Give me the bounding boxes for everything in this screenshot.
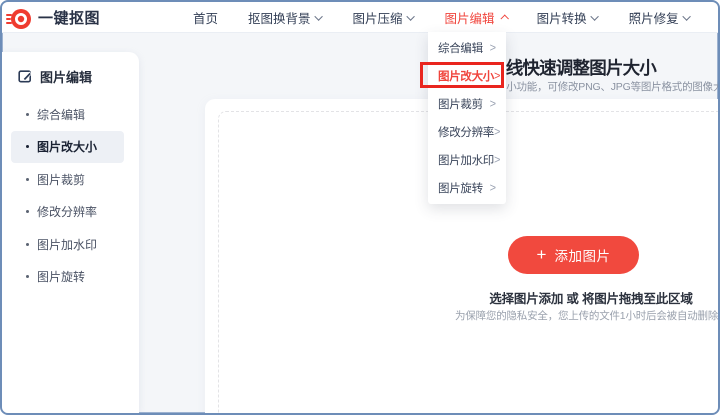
dropdown-item-label: 图片加水印: [438, 152, 494, 168]
brand-logo[interactable]: 一键抠图: [6, 2, 100, 33]
add-image-button[interactable]: + 添加图片: [508, 236, 639, 274]
bullet-icon: [26, 145, 29, 148]
bullet-icon: [26, 113, 29, 116]
nav-item-label: 照片修复: [629, 8, 679, 27]
nav-item-label: 图片压缩: [353, 8, 403, 27]
nav-dropdown-menu: 综合编辑 > 图片改大小 > 图片裁剪 > 修改分辨率 > 图片加水印 >: [428, 32, 506, 204]
logo-donut-icon: [6, 6, 32, 30]
chevron-right-icon: >: [490, 181, 496, 194]
dropdown-item-label: 修改分辨率: [438, 124, 494, 140]
bullet-icon: [26, 210, 29, 213]
dropdown-item[interactable]: 图片改大小 >: [428, 62, 506, 90]
sidebar-item[interactable]: 图片裁剪: [11, 163, 124, 196]
dropdown-item[interactable]: 综合编辑 >: [428, 34, 506, 62]
nav-item[interactable]: 首页: [193, 8, 218, 27]
brand-name: 一键抠图: [38, 7, 100, 28]
sidebar-item-label: 图片改大小: [37, 138, 97, 155]
page-title: 在线快速调整图片大小: [489, 55, 656, 80]
sidebar-item[interactable]: 图片改大小: [11, 131, 124, 164]
dropdown-item-label: 图片改大小: [438, 68, 494, 84]
dropdown-item-label: 图片裁剪: [438, 96, 483, 112]
bullet-icon: [26, 243, 29, 246]
sidebar-item[interactable]: 修改分辨率: [11, 196, 124, 229]
dropdown-item[interactable]: 图片裁剪 >: [428, 90, 506, 118]
bullet-icon: [26, 178, 29, 181]
nav-item[interactable]: 图片编辑: [445, 8, 507, 27]
upload-hint-text: 选择图片添加 或 将图片拖拽至此区域: [477, 288, 705, 307]
chevron-icon: [500, 14, 508, 22]
nav-item-label: 抠图换背景: [248, 8, 311, 27]
sidebar-item-label: 图片旋转: [37, 268, 85, 285]
chevron-icon: [406, 12, 414, 20]
sidebar-item[interactable]: 图片旋转: [11, 261, 124, 294]
chevron-right-icon: >: [494, 69, 500, 82]
chevron-right-icon: >: [490, 97, 496, 110]
app-window: 一键抠图 首页 抠图换背景 图片压缩 图片: [0, 0, 720, 415]
nav-item[interactable]: 图片转换: [537, 8, 599, 27]
sidebar-menu: 综合编辑 图片改大小 图片裁剪 修改分辨率: [2, 98, 139, 293]
nav-menu: 首页 抠图换背景 图片压缩 图片编辑: [193, 2, 691, 33]
upload-privacy-note: 为保障您的隐私安全，您上传的文件1小时后会被自动删除: [455, 308, 717, 323]
dropdown-item[interactable]: 图片加水印 >: [428, 146, 506, 174]
sidebar-item-label: 修改分辨率: [37, 203, 97, 220]
top-navbar: 一键抠图 首页 抠图换背景 图片压缩 图片: [2, 2, 718, 33]
dropdown-item[interactable]: 修改分辨率 >: [428, 118, 506, 146]
chevron-icon: [682, 12, 690, 20]
nav-item[interactable]: 照片修复: [629, 8, 691, 27]
nav-item[interactable]: 抠图换背景: [248, 8, 323, 27]
sidebar-header: 图片编辑: [2, 52, 139, 86]
sidebar-item-label: 图片裁剪: [37, 171, 85, 188]
chevron-right-icon: >: [494, 125, 500, 138]
sidebar-title: 图片编辑: [40, 67, 92, 86]
add-image-button-label: 添加图片: [554, 245, 610, 265]
sidebar-item-label: 综合编辑: [37, 106, 85, 123]
nav-item-label: 首页: [193, 8, 218, 27]
nav-item-label: 图片编辑: [445, 8, 495, 27]
dropdown-item-label: 图片旋转: [438, 180, 483, 196]
sidebar: 图片编辑 综合编辑 图片改大小 图片裁剪: [2, 52, 139, 413]
chevron-icon: [590, 12, 598, 20]
dropdown-item[interactable]: 图片旋转 >: [428, 174, 506, 202]
chevron-icon: [314, 12, 322, 20]
dropdown-item-label: 综合编辑: [438, 40, 483, 56]
chevron-right-icon: >: [494, 153, 500, 166]
sidebar-item-label: 图片加水印: [37, 236, 97, 253]
bullet-icon: [26, 275, 29, 278]
plus-icon: +: [537, 246, 547, 263]
sidebar-item[interactable]: 综合编辑: [11, 98, 124, 131]
edit-square-icon: [18, 69, 33, 84]
chevron-right-icon: >: [490, 41, 496, 54]
nav-item[interactable]: 图片压缩: [353, 8, 415, 27]
nav-item-label: 图片转换: [537, 8, 587, 27]
sidebar-item[interactable]: 图片加水印: [11, 228, 124, 261]
